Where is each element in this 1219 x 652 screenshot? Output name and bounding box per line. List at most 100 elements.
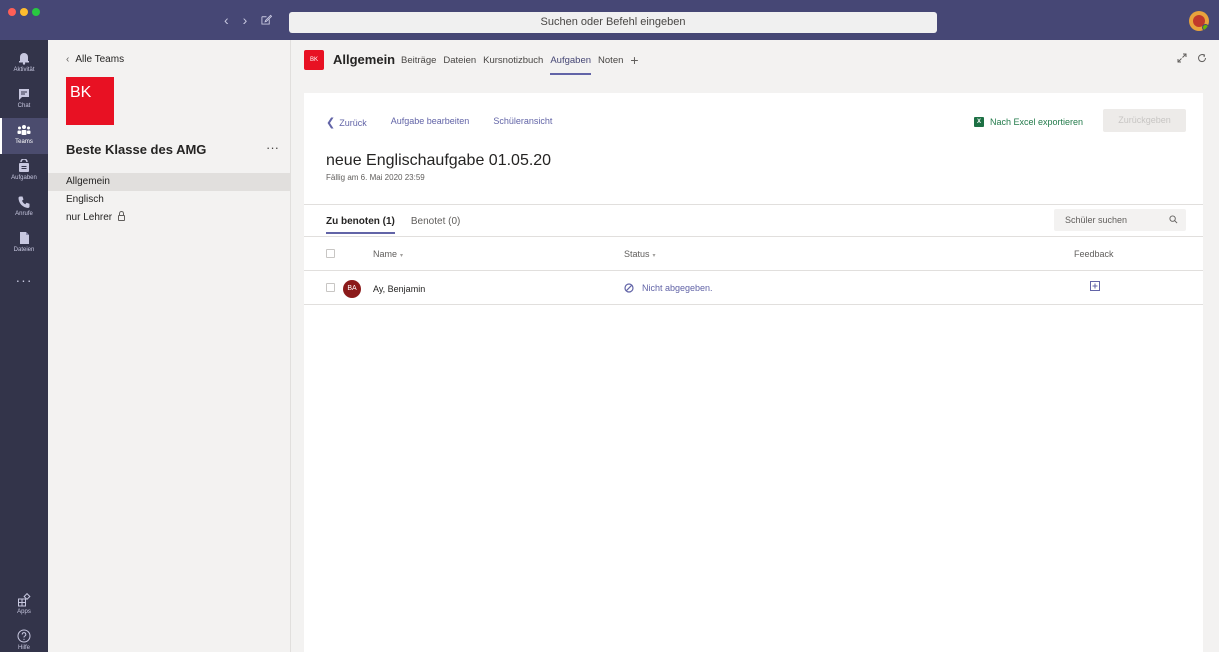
lock-icon	[118, 211, 126, 221]
tab-to-grade[interactable]: Zu benoten (1)	[326, 216, 395, 234]
tab-dateien[interactable]: Dateien	[443, 55, 476, 75]
sort-icon: ▾	[400, 253, 404, 259]
tab-aufgaben[interactable]: Aufgaben	[550, 55, 591, 75]
team-name: Beste Klasse des AMG	[66, 142, 207, 157]
help-icon	[17, 629, 31, 643]
student-view-button[interactable]: Schüleransicht	[493, 116, 552, 129]
presence-dot	[1202, 24, 1209, 31]
channel-item-allgemein[interactable]: Allgemein	[48, 173, 290, 191]
maximize-window-button[interactable]	[32, 8, 40, 16]
compose-icon[interactable]	[261, 14, 273, 25]
column-header-feedback: Feedback	[1074, 249, 1114, 259]
rail-item-help[interactable]: Hilfe	[0, 624, 48, 652]
assignment-title: neue Englischaufgabe 01.05.20	[326, 152, 552, 169]
rail-item-apps[interactable]: Apps	[0, 588, 48, 624]
add-feedback-icon[interactable]	[1090, 281, 1100, 291]
rail-item-activity[interactable]: Aktivität	[0, 46, 48, 82]
rail-item-calls[interactable]: Anrufe	[0, 190, 48, 226]
history-nav: ‹ ›	[224, 13, 273, 27]
add-tab-icon[interactable]: +	[630, 53, 638, 75]
user-avatar[interactable]	[1189, 11, 1209, 31]
rail-item-label: Apps	[17, 609, 31, 615]
nav-forward-button[interactable]: ›	[243, 13, 248, 27]
rail-item-label: Aktivität	[13, 67, 35, 73]
assignment-card: ❮ Zurück Aufgabe bearbeiten Schüleransich…	[304, 93, 1203, 652]
channel-team-tile: BK	[304, 50, 324, 70]
chevron-left-icon: ❮	[326, 117, 336, 129]
command-search-bar[interactable]: Suchen oder Befehl eingeben	[289, 12, 937, 33]
app-rail: Aktivität Chat Teams Aufgaben Anrufe Dat…	[0, 40, 48, 652]
chevron-left-icon: ‹	[66, 54, 70, 65]
back-label: Zurück	[339, 118, 367, 128]
search-icon	[1169, 215, 1178, 224]
all-teams-link[interactable]: ‹ Alle Teams	[66, 54, 124, 65]
rail-item-label: Teams	[15, 139, 33, 145]
divider	[304, 270, 1203, 271]
close-window-button[interactable]	[8, 8, 16, 16]
channel-title: Allgemein	[333, 52, 396, 67]
tab-noten[interactable]: Noten	[598, 55, 623, 75]
tab-graded[interactable]: Benotet (0)	[411, 216, 460, 234]
title-bar: ‹ › Suchen oder Befehl eingeben	[0, 0, 1219, 40]
rail-item-teams[interactable]: Teams	[0, 118, 48, 154]
chat-icon	[19, 89, 29, 100]
due-date: Fällig am 6. Mai 2020 23:59	[326, 173, 425, 182]
rail-item-label: Dateien	[13, 247, 35, 253]
divider	[304, 304, 1203, 305]
back-button[interactable]: ❮ Zurück	[326, 116, 367, 129]
row-checkbox[interactable]	[326, 283, 335, 292]
column-header-status[interactable]: Status ▾	[624, 249, 656, 259]
assignments-icon	[19, 159, 29, 172]
apps-icon	[18, 593, 31, 607]
divider	[304, 236, 1203, 237]
student-search-input[interactable]	[1054, 209, 1186, 231]
tab-beitraege[interactable]: Beiträge	[401, 55, 436, 75]
channel-label: nur Lehrer	[66, 212, 113, 223]
column-header-label: Name	[373, 249, 398, 259]
channel-item-nur-lehrer[interactable]: nur Lehrer	[48, 209, 290, 227]
window-controls	[8, 8, 40, 16]
all-teams-label: Alle Teams	[75, 54, 125, 65]
team-more-options-button[interactable]: ···	[266, 140, 279, 155]
team-panel: ‹ Alle Teams BK Beste Klasse des AMG ··· …	[48, 40, 291, 652]
channel-header: BK Allgemein Beiträge Dateien Kursnotizb…	[291, 40, 1219, 80]
status-label: Nicht abgegeben.	[642, 283, 713, 293]
header-actions	[1177, 53, 1207, 63]
channel-item-englisch[interactable]: Englisch	[48, 191, 290, 209]
return-button[interactable]: Zurückgeben	[1103, 109, 1186, 132]
channel-tabs: Beiträge Dateien Kursnotizbuch Aufgaben …	[401, 53, 639, 75]
bell-icon	[19, 53, 29, 65]
excel-icon: X	[974, 117, 984, 127]
column-header-name[interactable]: Name ▾	[373, 249, 403, 259]
edit-assignment-button[interactable]: Aufgabe bearbeiten	[391, 116, 470, 129]
rail-item-label: Hilfe	[17, 645, 30, 651]
rail-item-chat[interactable]: Chat	[0, 82, 48, 118]
rail-more-button[interactable]: ···	[0, 272, 48, 288]
export-excel-label: Nach Excel exportieren	[990, 117, 1084, 127]
export-excel-button[interactable]: X Nach Excel exportieren	[974, 117, 1083, 127]
teams-icon	[17, 125, 31, 135]
tab-kursnotizbuch[interactable]: Kursnotizbuch	[483, 55, 543, 75]
nav-back-button[interactable]: ‹	[224, 13, 229, 27]
files-icon	[20, 232, 29, 244]
rail-item-label: Anrufe	[15, 211, 33, 217]
rail-item-label: Chat	[17, 103, 31, 109]
rail-item-assignments[interactable]: Aufgaben	[0, 154, 48, 190]
student-name[interactable]: Ay, Benjamin	[373, 284, 425, 294]
grading-filter-tabs: Zu benoten (1) Benotet (0)	[326, 216, 460, 234]
refresh-icon[interactable]	[1197, 53, 1207, 63]
student-status[interactable]: Nicht abgegeben.	[624, 283, 713, 293]
divider	[304, 204, 1203, 205]
minimize-window-button[interactable]	[20, 8, 28, 16]
assignment-actions: ❮ Zurück Aufgabe bearbeiten Schüleransich…	[326, 116, 552, 129]
sort-icon: ▾	[652, 253, 656, 259]
expand-icon[interactable]	[1177, 53, 1187, 63]
rail-item-label: Aufgaben	[11, 175, 37, 181]
column-header-label: Status	[624, 249, 650, 259]
not-submitted-icon	[624, 283, 634, 293]
phone-icon	[18, 196, 30, 208]
student-avatar: BA	[343, 280, 361, 298]
select-all-checkbox[interactable]	[326, 249, 335, 258]
rail-item-files[interactable]: Dateien	[0, 226, 48, 262]
team-avatar-tile: BK	[66, 77, 114, 125]
